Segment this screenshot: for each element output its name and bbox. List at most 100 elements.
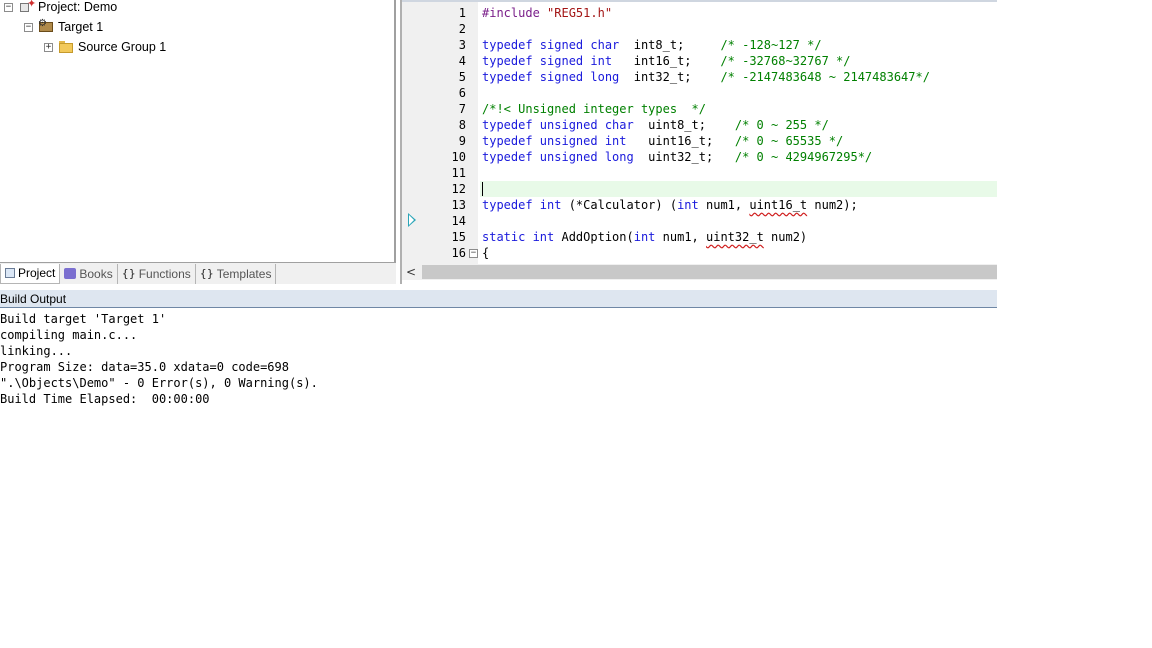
code-token: "REG51.h" [547,6,613,20]
code-token: typedef unsigned char [482,118,634,132]
code-line[interactable]: typedef signed char int8_t; /* -128~127 … [482,37,822,53]
code-token: num1, [698,198,750,212]
tree-item-target[interactable]: − ⚙ Target 1 [24,18,103,36]
tab-templates-label: Templates [216,266,272,281]
build-output-line: Build target 'Target 1' [0,312,167,326]
project-label: Project: Demo [38,0,118,14]
code-area[interactable]: #include "REG51.h" typedef signed char in… [480,2,997,264]
line-number: 3 [458,38,466,52]
collapse-toggle-icon[interactable]: − [24,22,33,32]
code-token: uint16_t; [626,134,735,148]
tab-functions-label: Functions [138,266,191,281]
code-token: /* -2147483648 ~ 2147483647*/ [720,70,930,84]
collapse-toggle-icon[interactable]: − [4,2,13,12]
code-line[interactable]: typedef signed int int16_t; /* -32768~32… [482,53,850,69]
code-token: num2); [807,198,858,212]
braces-icon: {} [121,267,136,280]
code-line[interactable]: #include "REG51.h" [482,5,612,21]
text-caret [482,182,483,196]
build-output-log[interactable]: Build target 'Target 1' compiling main.c.… [0,310,997,648]
code-token: typedef signed long [482,70,620,84]
line-number: 11 [451,166,466,180]
tab-project[interactable]: Project [0,263,61,284]
project-tab-icon [5,268,15,278]
code-token: typedef int [482,198,562,212]
project-panel: − ✦ Project: Demo − ⚙ Target 1 + Source … [0,0,396,284]
line-number: 10 [451,150,466,164]
code-token: /* 0 ~ 255 */ [734,118,829,132]
tab-functions[interactable]: {} Functions [118,263,196,284]
code-token: /* 0 ~ 4294967295*/ [734,150,873,164]
code-token: typedef signed char [482,38,620,52]
fold-toggle-icon[interactable]: − [469,249,478,258]
code-line[interactable]: typedef unsigned char uint8_t; /* 0 ~ 25… [482,117,829,133]
line-number: 14 [451,214,466,228]
scrollbar-thumb[interactable] [422,265,997,279]
code-line[interactable]: /*!< Unsigned integer types */ [482,101,706,117]
tab-books-label: Books [79,266,113,281]
code-token: typedef signed int [482,54,613,68]
line-number: 16 [451,246,466,260]
books-icon [64,268,77,279]
code-token: /* -128~127 */ [720,38,822,52]
code-token: uint32_t; [633,150,735,164]
code-token: static int [482,230,555,244]
line-number: 5 [458,70,466,84]
template-braces-icon: {} [199,267,214,280]
line-number: 6 [458,86,466,100]
code-token: (*Calculator) ( [561,198,678,212]
line-number: 1 [458,6,466,20]
code-token: uint8_t; [633,118,735,132]
line-number: 12 [451,182,466,196]
tree-item-source-group[interactable]: + Source Group 1 [44,38,166,56]
code-token: int8_t; [619,38,721,52]
code-token: int16_t; [612,54,721,68]
build-output-line: Build Time Elapsed: 00:00:00 [0,392,210,406]
code-editor[interactable]: 1 2 3 4 5 6 7 8 9 10 11 12 13 14 15 16− #include "REG51… [400,0,997,284]
code-token: { [482,246,490,260]
line-number-gutter[interactable]: 1 2 3 4 5 6 7 8 9 10 11 12 13 14 15 16− [402,2,478,264]
build-output-line: ".\Objects\Demo" - 0 Error(s), 0 Warning… [0,376,318,390]
code-token: int [633,230,656,244]
line-number: 4 [458,54,466,68]
line-number: 13 [451,198,466,212]
code-line[interactable]: typedef unsigned int uint16_t; /* 0 ~ 65… [482,133,843,149]
line-number: 9 [458,134,466,148]
panel-splitter[interactable] [394,0,396,262]
tab-books[interactable]: Books [60,263,118,284]
code-line[interactable]: typedef signed long int32_t; /* -2147483… [482,69,930,85]
code-line[interactable]: typedef unsigned long uint32_t; /* 0 ~ 4… [482,149,872,165]
scroll-left-arrow-icon[interactable]: < [402,264,420,280]
folder-icon [58,40,74,54]
current-line-highlight [480,181,997,197]
code-token: #include [482,6,548,20]
code-token: /* -32768~32767 */ [720,54,851,68]
horizontal-scrollbar[interactable]: < [402,264,997,280]
code-token: typedef unsigned int [482,134,627,148]
target-icon: ⚙ [38,18,54,34]
build-output-line: Program Size: data=35.0 xdata=0 code=698 [0,360,289,374]
line-number: 15 [451,230,466,244]
code-token: AddOption( [554,230,634,244]
code-token: uint16_t [749,198,808,212]
code-token: int32_t; [619,70,721,84]
code-token: /* 0 ~ 65535 */ [734,134,844,148]
code-token: /*!< Unsigned integer types */ [482,102,706,116]
line-number: 2 [458,22,466,36]
tab-templates[interactable]: {} Templates [196,263,277,284]
build-output-line: compiling main.c... [0,328,138,342]
code-token: num2) [763,230,808,244]
expand-toggle-icon[interactable]: + [44,42,53,52]
source-group-label: Source Group 1 [78,40,167,54]
scrollbar-track[interactable] [420,264,997,280]
tree-item-project[interactable]: − ✦ Project: Demo [4,0,117,16]
code-line[interactable]: static int AddOption(int num1, uint32_t … [482,229,807,245]
code-token: num1, [655,230,706,244]
panel-tab-bar: Project Books {} Functions {} Templates [0,262,396,284]
code-line[interactable]: typedef int (*Calculator) (int num1, uin… [482,197,858,213]
code-line[interactable]: { [482,245,489,261]
build-output-title: Build Output [0,292,67,306]
line-number: 7 [458,102,466,116]
code-token: uint32_t [706,230,764,244]
code-token: typedef unsigned long [482,150,634,164]
